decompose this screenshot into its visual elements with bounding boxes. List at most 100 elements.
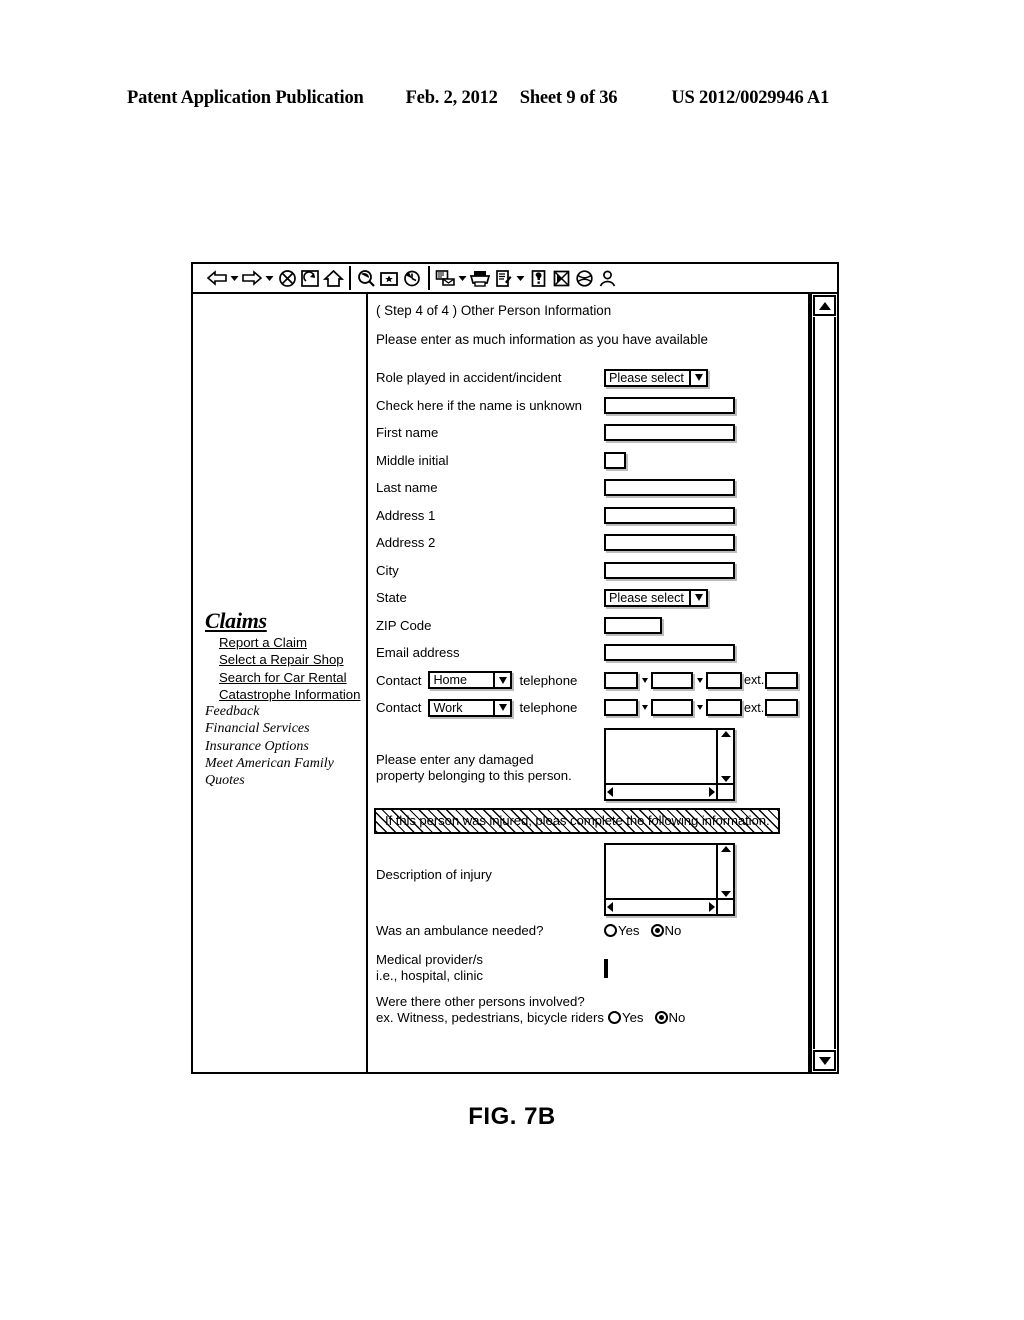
- medical-provider-line2: i.e., hospital, clinic: [376, 968, 484, 983]
- contact-work-type-value: Work: [433, 700, 463, 715]
- contact-home-area-code-input[interactable]: [604, 671, 638, 689]
- scroll-right-icon[interactable]: [709, 786, 715, 797]
- scroll-right-icon[interactable]: [709, 901, 715, 912]
- contact-home-type-value: Home: [433, 673, 468, 688]
- forward-arrow-icon[interactable]: [241, 267, 263, 289]
- contact-home-ext-input[interactable]: [765, 671, 799, 689]
- damaged-property-horizontal-scrollbar[interactable]: [606, 784, 718, 799]
- scroll-left-icon[interactable]: [607, 786, 613, 797]
- mail-icon[interactable]: [434, 267, 456, 289]
- damaged-property-vertical-scrollbar[interactable]: [718, 730, 733, 783]
- stop-icon[interactable]: [276, 267, 298, 289]
- injury-description-vertical-scrollbar[interactable]: [718, 845, 733, 898]
- first-name-input[interactable]: [604, 424, 735, 442]
- sidebar-item-meet-american-family[interactable]: Meet American Family: [205, 755, 365, 772]
- form-row-role: Role played in accident/incident Please …: [376, 364, 804, 392]
- page-scrollbar[interactable]: [810, 294, 837, 1072]
- scroll-down-icon[interactable]: [720, 775, 731, 782]
- contact-work-line-input[interactable]: [706, 699, 742, 717]
- form-row-address1: Address 1: [376, 502, 804, 530]
- address2-label: Address 2: [376, 535, 436, 551]
- form-instruction: Please enter as much information as you …: [376, 332, 708, 347]
- damaged-property-label: Please enter any damaged property belong…: [376, 728, 604, 785]
- middle-initial-input[interactable]: [604, 451, 626, 469]
- scroll-up-icon[interactable]: [720, 845, 731, 852]
- scrollbar-track[interactable]: [813, 317, 836, 1049]
- injury-description-horizontal-scrollbar[interactable]: [606, 899, 718, 914]
- sidebar-item-financial-services[interactable]: Financial Services: [205, 720, 365, 737]
- email-input[interactable]: [604, 644, 735, 662]
- state-select[interactable]: Please select: [604, 588, 708, 607]
- contact-home-line-input[interactable]: [706, 671, 742, 689]
- realplayer-icon[interactable]: [573, 267, 595, 289]
- contact-work-prefix: Contact: [376, 700, 422, 716]
- ambulance-radio-no[interactable]: No: [650, 923, 681, 938]
- home-icon[interactable]: [322, 267, 344, 289]
- sheet-number: Sheet 9 of 36: [519, 88, 618, 108]
- refresh-icon[interactable]: [299, 267, 321, 289]
- address1-label: Address 1: [376, 507, 436, 523]
- form-row-middle-initial: Middle initial: [376, 447, 804, 475]
- other-persons-radio-no[interactable]: No: [654, 1010, 685, 1025]
- other-persons-radio-yes[interactable]: Yes: [608, 1010, 644, 1025]
- sidebar-link-select-a-repair-shop[interactable]: Select a Repair Shop: [219, 651, 365, 668]
- scroll-up-icon: [818, 301, 831, 310]
- sidebar-item-quotes[interactable]: Quotes: [205, 772, 365, 789]
- edit-icon[interactable]: [492, 267, 514, 289]
- sidebar-link-catastrophe-information[interactable]: Catastrophe Information: [219, 686, 365, 703]
- scroll-up-icon[interactable]: [720, 730, 731, 737]
- scroll-down-button[interactable]: [813, 1050, 836, 1071]
- medical-provider-input[interactable]: [604, 958, 608, 978]
- scroll-left-icon[interactable]: [607, 901, 613, 912]
- contact-home-type-select[interactable]: Home: [428, 671, 513, 690]
- contact-work-type-select[interactable]: Work: [428, 698, 513, 717]
- other-persons-line1: Were there other persons involved?: [376, 993, 585, 1009]
- contact-home-prefix-input[interactable]: [651, 671, 693, 689]
- contact-home-ext-label: ext.: [744, 673, 765, 688]
- damaged-property-textarea-field[interactable]: [606, 729, 718, 783]
- ambulance-radio-yes[interactable]: Yes: [604, 923, 640, 938]
- role-select[interactable]: Please select: [604, 368, 708, 387]
- form-row-contact-home: Contact Home telephone ext.: [376, 667, 804, 695]
- mail-dropdown-icon[interactable]: [457, 267, 468, 289]
- form-row-other-persons: Were there other persons involved? ex. W…: [376, 994, 804, 1027]
- form-row-medical-provider: Medical provider/s i.e., hospital, clini…: [376, 952, 804, 985]
- injury-description-textarea[interactable]: [604, 842, 735, 916]
- search-icon[interactable]: [355, 267, 377, 289]
- scroll-up-button[interactable]: [813, 295, 836, 316]
- messenger-icon[interactable]: [550, 267, 572, 289]
- sidebar-heading-claims[interactable]: Claims: [205, 609, 365, 633]
- injury-description-textarea-field[interactable]: [606, 844, 718, 898]
- address2-input[interactable]: [604, 534, 735, 552]
- edit-dropdown-icon[interactable]: [515, 267, 526, 289]
- form-row-ambulance: Was an ambulance needed? Yes No: [376, 916, 804, 946]
- person-icon[interactable]: [596, 267, 618, 289]
- back-dropdown-icon[interactable]: [229, 267, 240, 289]
- sidebar-item-insurance-options[interactable]: Insurance Options: [205, 738, 365, 755]
- history-icon[interactable]: [401, 267, 423, 289]
- print-icon[interactable]: [469, 267, 491, 289]
- other-persons-radio-group: Yes No: [608, 994, 696, 1025]
- damaged-property-textarea[interactable]: [604, 727, 735, 801]
- role-label: Role played in accident/incident: [376, 370, 562, 386]
- toolbar-group-navigation: [206, 265, 345, 291]
- contact-work-area-code-input[interactable]: [604, 699, 638, 717]
- damaged-property-line1: Please enter any damaged: [376, 751, 534, 767]
- contact-work-ext-input[interactable]: [765, 699, 799, 717]
- city-input[interactable]: [604, 561, 735, 579]
- zip-input[interactable]: [604, 616, 662, 634]
- sidebar-item-feedback[interactable]: Feedback: [205, 703, 365, 720]
- discuss-icon[interactable]: [527, 267, 549, 289]
- last-name-input[interactable]: [604, 479, 735, 497]
- back-arrow-icon[interactable]: [206, 267, 228, 289]
- medical-provider-label: Medical provider/s i.e., hospital, clini…: [376, 952, 604, 985]
- sidebar-link-search-for-car-rental[interactable]: Search for Car Rental: [219, 669, 365, 686]
- contact-work-prefix-input[interactable]: [651, 699, 693, 717]
- address1-input[interactable]: [604, 506, 735, 524]
- forward-dropdown-icon[interactable]: [264, 267, 275, 289]
- scroll-down-icon[interactable]: [720, 890, 731, 897]
- name-unknown-input[interactable]: [604, 396, 735, 414]
- sidebar-link-report-a-claim[interactable]: Report a Claim: [219, 634, 365, 651]
- favorites-icon[interactable]: [378, 267, 400, 289]
- state-label: State: [376, 590, 407, 606]
